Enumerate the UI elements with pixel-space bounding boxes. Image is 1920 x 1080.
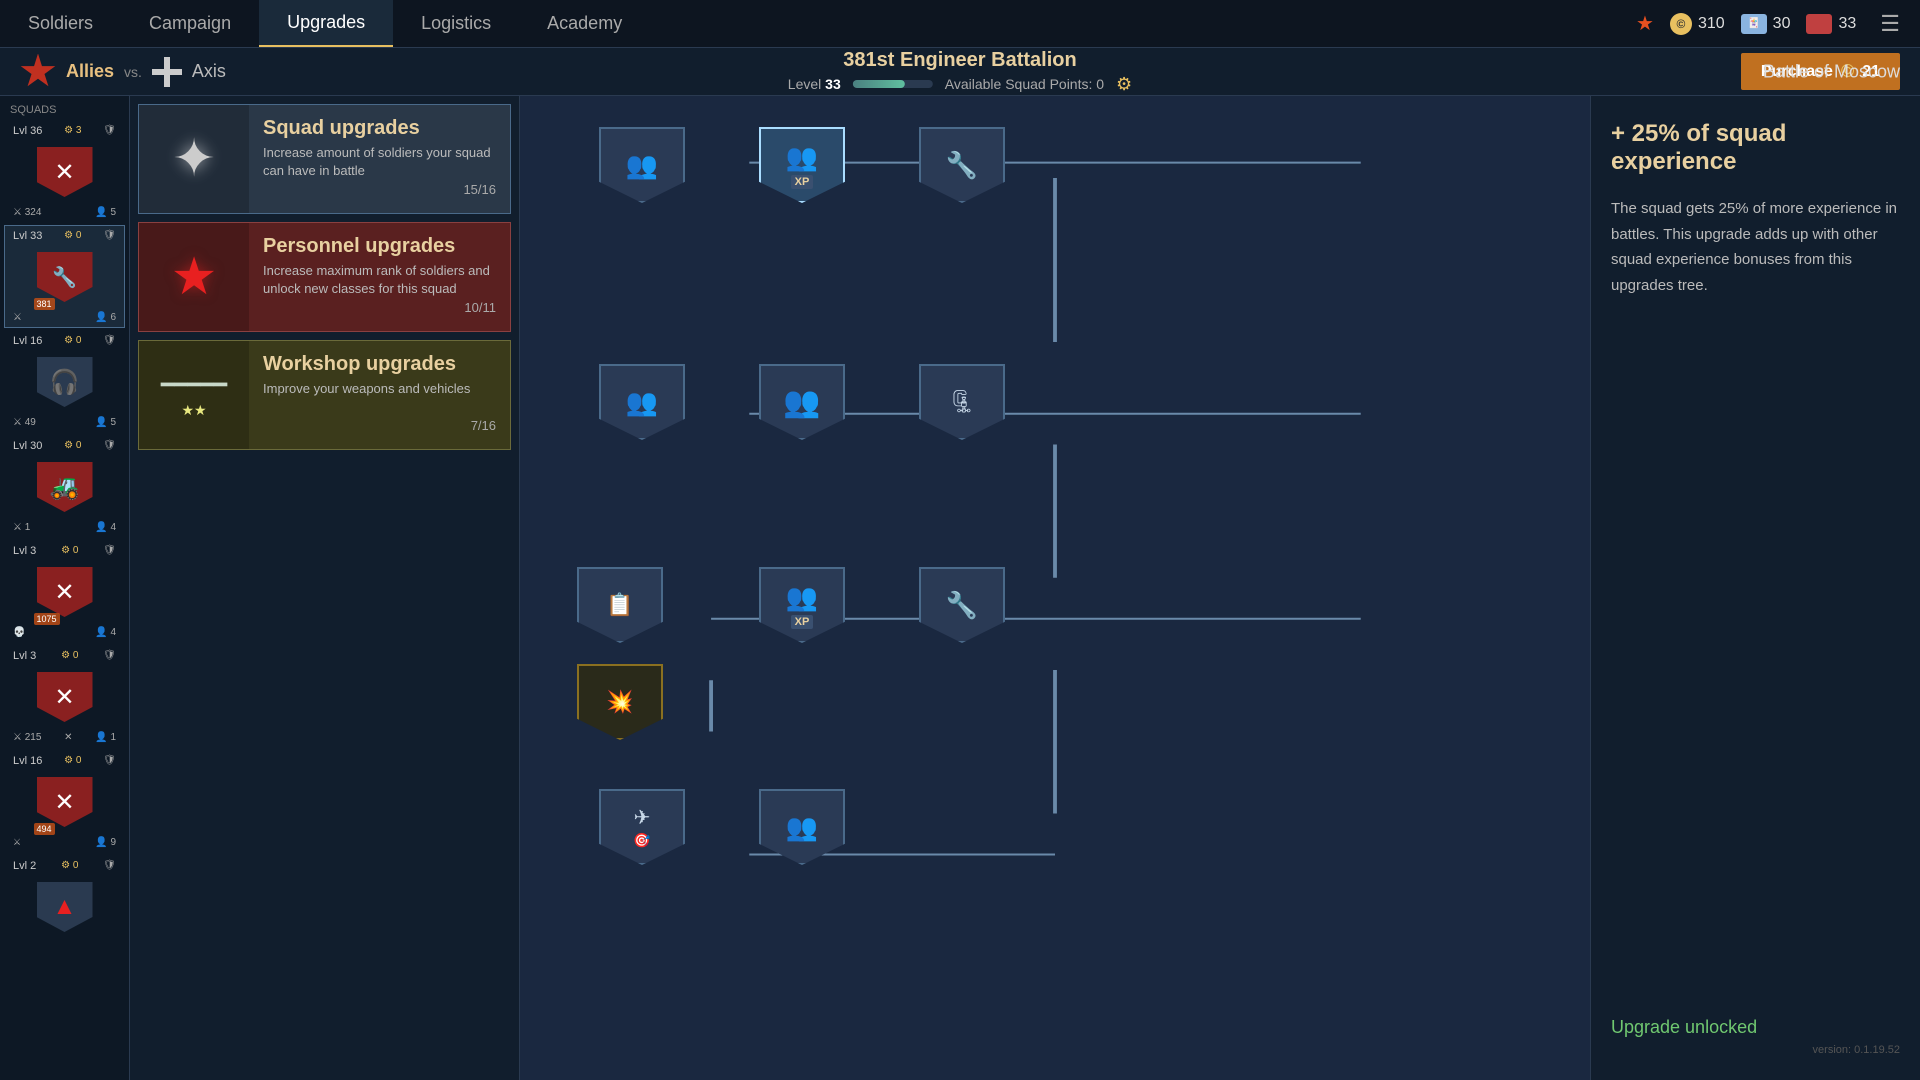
squad-chevron: ✕	[37, 777, 93, 827]
tree-node-list[interactable]: 📋	[574, 564, 666, 646]
shield-icon: 🛡	[103, 860, 116, 872]
squad-points-label: Available Squad Points: 0	[945, 76, 1104, 92]
personnel-upgrade-icon-area: ★	[139, 223, 249, 331]
tree-node-squad-size-4[interactable]: 👥	[756, 786, 848, 868]
squad-chevron: 🔧	[37, 252, 93, 302]
workshop-upgrade-icon: ━━━━━ ★★	[159, 360, 229, 430]
personnel-upgrade-icon: ★	[159, 242, 229, 312]
shield-icon: 🛡	[103, 335, 116, 347]
personnel-upgrade-desc: Increase maximum rank of soldiers and un…	[263, 262, 496, 298]
book-icon	[1806, 14, 1832, 34]
level-label: Level 33	[788, 76, 841, 92]
shield-icon: 🛡	[103, 440, 116, 452]
nav-campaign[interactable]: Campaign	[121, 0, 259, 47]
nav-upgrades[interactable]: Upgrades	[259, 0, 393, 47]
tree-node-squad-size-3[interactable]: 👥	[756, 361, 848, 443]
squad-item[interactable]: Lvl 30 ⚙ 0 🛡 🚜 ⚔ 1 👤 4	[4, 435, 125, 538]
books-display: 33	[1806, 14, 1856, 34]
tree-node-wrench-2[interactable]: 🔧	[916, 564, 1008, 646]
card-icon: 🃏	[1741, 14, 1767, 34]
squad-upgrade-title: Squad upgrades	[263, 117, 496, 140]
squad-upgrade-icon: ✦	[159, 124, 229, 194]
tree-node-squad-size-2[interactable]: 👥	[596, 361, 688, 443]
tree-node-mortar-1[interactable]: 🗜	[916, 361, 1008, 443]
squad-item[interactable]: Lvl 3 ⚙ 0 🛡 ✕ 1075 💀 👤 4	[4, 540, 125, 643]
coins-display: © 310	[1670, 13, 1725, 35]
squad-coin-icon: ⚙	[1116, 74, 1132, 95]
squad-item[interactable]: Lvl 16 ⚙ 0 🛡 🎧 ⚔ 49 👤 5	[4, 330, 125, 433]
shield-icon: 🛡	[103, 650, 116, 662]
currency-area: ★ © 310 🃏 30 33 ☰	[1636, 11, 1920, 37]
axis-cross-icon	[152, 57, 182, 87]
top-nav: Soldiers Campaign Upgrades Logistics Aca…	[0, 0, 1920, 48]
main-content: Squads Lvl 36 ⚙ 3 🛡 ✕ ⚔ 324 👤 5 Lvl 33	[0, 96, 1920, 1080]
shield-icon: 🛡	[103, 125, 116, 137]
cards-display: 🃏 30	[1741, 14, 1791, 34]
allies-star-icon	[20, 54, 56, 90]
workshop-upgrade-card[interactable]: ━━━━━ ★★ Workshop upgrades Improve your …	[138, 340, 511, 450]
squad-chevron: 🚜	[37, 462, 93, 512]
allies-label: Allies	[66, 61, 114, 82]
info-description: The squad gets 25% of more experience in…	[1611, 196, 1900, 298]
personnel-upgrade-title: Personnel upgrades	[263, 235, 496, 258]
squad-item[interactable]: Lvl 3 ⚙ 0 🛡 ✕ ⚔ 215 ✕ 👤 1	[4, 645, 125, 748]
squad-chevron: ✕	[37, 567, 93, 617]
tree-node-xp-1[interactable]: 👥 XP	[756, 124, 848, 206]
squad-item[interactable]: Lvl 2 ⚙ 0 🛡 ▲	[4, 855, 125, 947]
tree-node-explosion[interactable]: 💥	[574, 661, 666, 743]
squad-upgrade-progress: 15/16	[463, 182, 496, 201]
xp-bar	[853, 80, 933, 88]
nav-soldiers[interactable]: Soldiers	[0, 0, 121, 47]
squad-chevron: ✕	[37, 147, 93, 197]
upgrade-unlocked-label: Upgrade unlocked	[1611, 1017, 1900, 1038]
workshop-upgrade-desc: Improve your weapons and vehicles	[263, 380, 496, 398]
battalion-stats: Level 33 Available Squad Points: 0 ⚙	[788, 74, 1132, 95]
battalion-info: 381st Engineer Battalion Level 33 Availa…	[788, 49, 1132, 95]
workshop-upgrade-progress: 7/16	[471, 418, 496, 437]
squad-upgrade-desc: Increase amount of soldiers your squad c…	[263, 144, 496, 180]
squad-upgrade-icon-area: ✦	[139, 105, 249, 213]
shield-icon: 🛡	[103, 230, 116, 242]
squad-item[interactable]: Lvl 36 ⚙ 3 🛡 ✕ ⚔ 324 👤 5	[4, 120, 125, 223]
tree-node-xp-2[interactable]: 👥 XP	[756, 564, 848, 646]
nav-logistics[interactable]: Logistics	[393, 0, 519, 47]
info-panel: + 25% of squad experience The squad gets…	[1590, 96, 1920, 1080]
shield-icon: 🛡	[103, 545, 116, 557]
nav-academy[interactable]: Academy	[519, 0, 650, 47]
battalion-name: 381st Engineer Battalion	[788, 49, 1132, 72]
tree-container: 👥 👥 XP 🔧	[520, 96, 1590, 1080]
squad-chevron: 🎧	[37, 357, 93, 407]
tree-lines-svg	[520, 96, 1590, 1080]
squads-label: Squads	[4, 100, 125, 120]
squad-upgrade-card[interactable]: ✦ Squad upgrades Increase amount of sold…	[138, 104, 511, 214]
upgrade-tree-panel: 👥 👥 XP 🔧	[520, 96, 1590, 1080]
menu-icon[interactable]: ☰	[1880, 11, 1900, 37]
tree-node-wrench-1[interactable]: 🔧	[916, 124, 1008, 206]
version-text: version: 0.1.19.52	[1611, 1044, 1900, 1056]
workshop-upgrade-title: Workshop upgrades	[263, 353, 496, 376]
upgrades-panel: ✦ Squad upgrades Increase amount of sold…	[130, 96, 520, 1080]
tree-node-aircraft[interactable]: ✈ 🎯	[596, 786, 688, 868]
header-bar: Allies vs. Axis 381st Engineer Battalion…	[0, 48, 1920, 96]
workshop-upgrade-icon-area: ━━━━━ ★★	[139, 341, 249, 449]
squad-chevron: ✕	[37, 672, 93, 722]
tree-node-squad-size-1[interactable]: 👥	[596, 124, 688, 206]
star-icon: ★	[1636, 11, 1654, 36]
battle-name: Battle of Moscow	[1763, 61, 1900, 82]
squad-item[interactable]: Lvl 16 ⚙ 0 🛡 ✕ 494 ⚔ 👤 9	[4, 750, 125, 853]
coin-icon: ©	[1670, 13, 1692, 35]
info-title: + 25% of squad experience	[1611, 120, 1900, 176]
squads-sidebar: Squads Lvl 36 ⚙ 3 🛡 ✕ ⚔ 324 👤 5 Lvl 33	[0, 96, 130, 1080]
personnel-upgrade-card[interactable]: ★ Personnel upgrades Increase maximum ra…	[138, 222, 511, 332]
squad-chevron: ▲	[37, 882, 93, 932]
axis-label: Axis	[192, 61, 226, 82]
faction-area: Allies vs. Axis	[20, 54, 226, 90]
shield-icon: 🛡	[103, 755, 116, 767]
vs-label: vs.	[124, 64, 142, 80]
personnel-upgrade-progress: 10/11	[464, 300, 496, 319]
squad-item-active[interactable]: Lvl 33 ⚙ 0 🛡 🔧 381 ⚔ 👤 6	[4, 225, 125, 328]
